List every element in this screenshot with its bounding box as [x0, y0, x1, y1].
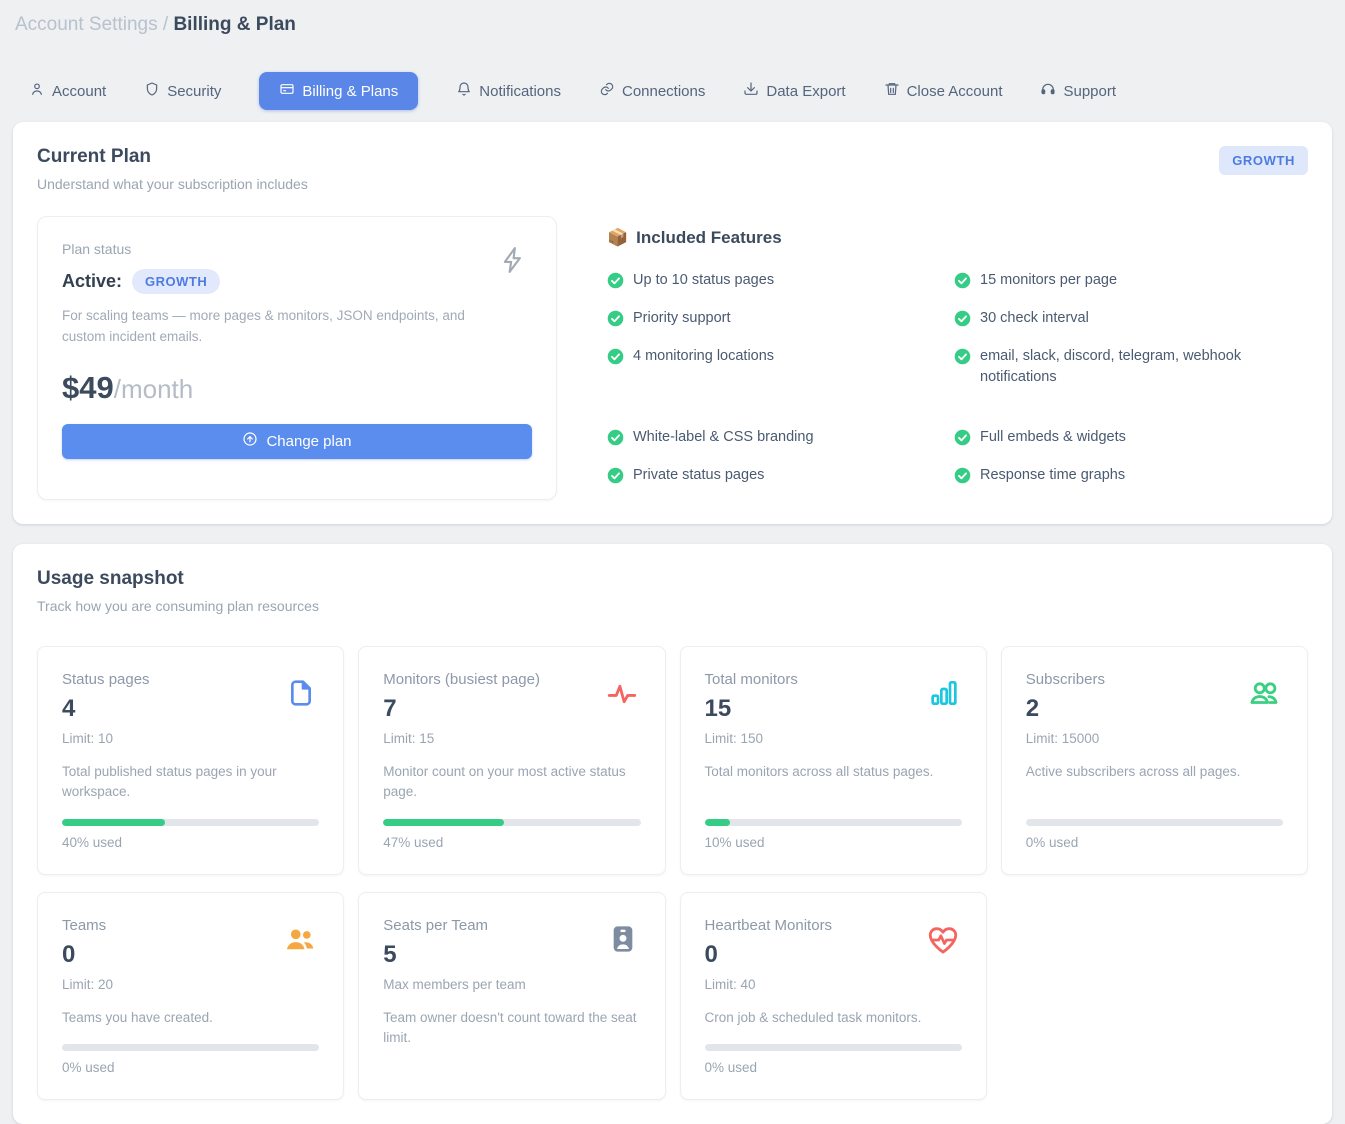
- tab-label: Account: [52, 83, 106, 100]
- current-plan-title: Current Plan: [37, 146, 308, 168]
- heart-pulse-icon: [926, 923, 960, 962]
- usage-progress: 10% used: [705, 803, 962, 850]
- feature-item: email, slack, discord, telegram, webhook…: [954, 346, 1274, 390]
- plan-status-label: Plan status: [62, 241, 532, 257]
- feature-item: 15 monitors per page: [954, 270, 1308, 292]
- trash-icon: [884, 81, 900, 101]
- check-circle-icon: [607, 467, 624, 484]
- billing-plan-page: Account Settings / Billing & Plan Accoun…: [0, 0, 1345, 1124]
- usage-title: Usage snapshot: [37, 568, 319, 590]
- included-features: 📦 Included Features Up to 10 status page…: [607, 216, 1308, 500]
- tab-close-account[interactable]: Close Account: [884, 72, 1003, 110]
- usage-snapshot-panel: Usage snapshot Track how you are consumi…: [13, 544, 1332, 1124]
- feature-item: Up to 10 status pages: [607, 270, 952, 292]
- activity-icon: [605, 677, 639, 716]
- plan-status-card: Plan status Active: GROWTH For scaling t…: [37, 216, 557, 500]
- tab-label: Notifications: [479, 83, 561, 100]
- usage-card-heartbeat-monitors: Heartbeat Monitors 0 Limit: 40 Cron job …: [680, 892, 987, 1100]
- check-circle-icon: [607, 310, 624, 327]
- plan-description: For scaling teams — more pages & monitor…: [62, 306, 482, 348]
- tab-connections[interactable]: Connections: [599, 72, 705, 110]
- tab-support[interactable]: Support: [1040, 72, 1116, 110]
- tab-label: Security: [167, 83, 221, 100]
- check-circle-icon: [954, 310, 971, 327]
- included-features-title: Included Features: [636, 228, 781, 248]
- id-badge-icon: [607, 923, 639, 960]
- tab-label: Data Export: [766, 83, 845, 100]
- plan-status-badge: GROWTH: [132, 269, 220, 294]
- tab-security[interactable]: Security: [144, 72, 221, 110]
- feature-item: Priority support: [607, 308, 952, 330]
- usage-card-status-pages: Status pages 4 Limit: 10 Total published…: [37, 646, 344, 875]
- plan-price-period: /month: [114, 374, 194, 404]
- tab-data-export[interactable]: Data Export: [743, 72, 845, 110]
- tab-label: Connections: [622, 83, 705, 100]
- breadcrumb-page: Billing & Plan: [173, 14, 295, 35]
- download-icon: [743, 81, 759, 101]
- users-outline-icon: [1247, 677, 1281, 716]
- check-circle-icon: [607, 272, 624, 289]
- tab-account[interactable]: Account: [29, 72, 106, 110]
- check-circle-icon: [954, 467, 971, 484]
- feature-item: Private status pages: [607, 465, 952, 487]
- feature-item: Response time graphs: [954, 465, 1308, 487]
- check-circle-icon: [954, 429, 971, 446]
- check-circle-icon: [607, 429, 624, 446]
- usage-grid: Status pages 4 Limit: 10 Total published…: [37, 646, 1308, 1100]
- settings-tab-bar: Account Security Billing & Plans Notific…: [13, 72, 1332, 110]
- tab-label: Billing & Plans: [302, 83, 398, 100]
- usage-card-subscribers: Subscribers 2 Limit: 15000 Active subscr…: [1001, 646, 1308, 875]
- shield-icon: [144, 81, 160, 101]
- bell-icon: [456, 81, 472, 101]
- plan-status-value: Active:: [62, 271, 122, 292]
- package-icon: 📦: [607, 228, 628, 248]
- user-icon: [29, 81, 45, 101]
- breadcrumb: Account Settings / Billing & Plan: [13, 10, 1332, 36]
- credit-card-icon: [279, 81, 295, 101]
- usage-card-teams: Teams 0 Limit: 20 Teams you have created…: [37, 892, 344, 1100]
- feature-item: 4 monitoring locations: [607, 346, 952, 390]
- bar-chart-icon: [928, 677, 960, 714]
- current-plan-subtitle: Understand what your subscription includ…: [37, 176, 308, 192]
- usage-progress: 47% used: [383, 803, 640, 850]
- plan-price: $49: [62, 370, 114, 405]
- usage-progress: 0% used: [62, 1028, 319, 1075]
- link-icon: [599, 81, 615, 101]
- usage-card-total-monitors: Total monitors 15 Limit: 150 Total monit…: [680, 646, 987, 875]
- check-circle-icon: [954, 272, 971, 289]
- current-plan-panel: Current Plan Understand what your subscr…: [13, 122, 1332, 524]
- arrow-up-circle-icon: [242, 431, 258, 451]
- change-plan-label: Change plan: [266, 433, 351, 450]
- feature-item: White-label & CSS branding: [607, 427, 952, 449]
- check-circle-icon: [607, 348, 624, 365]
- tab-label: Support: [1063, 83, 1116, 100]
- feature-item: 30 check interval: [954, 308, 1308, 330]
- usage-progress: 0% used: [705, 1028, 962, 1075]
- breadcrumb-separator: /: [163, 14, 168, 35]
- plan-tier-badge: GROWTH: [1219, 146, 1308, 175]
- breadcrumb-section[interactable]: Account Settings: [15, 14, 158, 35]
- tab-label: Close Account: [907, 83, 1003, 100]
- tab-notifications[interactable]: Notifications: [456, 72, 561, 110]
- users-filled-icon: [283, 923, 317, 962]
- tab-billing-plans[interactable]: Billing & Plans: [259, 72, 418, 110]
- usage-progress: 40% used: [62, 803, 319, 850]
- usage-progress: 0% used: [1026, 803, 1283, 850]
- check-circle-icon: [954, 348, 971, 365]
- headset-icon: [1040, 81, 1056, 101]
- lightning-bolt-icon: [498, 245, 528, 280]
- file-icon: [285, 677, 317, 714]
- feature-item: Full embeds & widgets: [954, 427, 1308, 449]
- usage-card-monitors-busiest: Monitors (busiest page) 7 Limit: 15 Moni…: [358, 646, 665, 875]
- change-plan-button[interactable]: Change plan: [62, 424, 532, 459]
- usage-subtitle: Track how you are consuming plan resourc…: [37, 598, 319, 614]
- features-grid: Up to 10 status pages 15 monitors per pa…: [607, 270, 1308, 487]
- usage-card-seats-per-team: Seats per Team 5 Max members per team Te…: [358, 892, 665, 1100]
